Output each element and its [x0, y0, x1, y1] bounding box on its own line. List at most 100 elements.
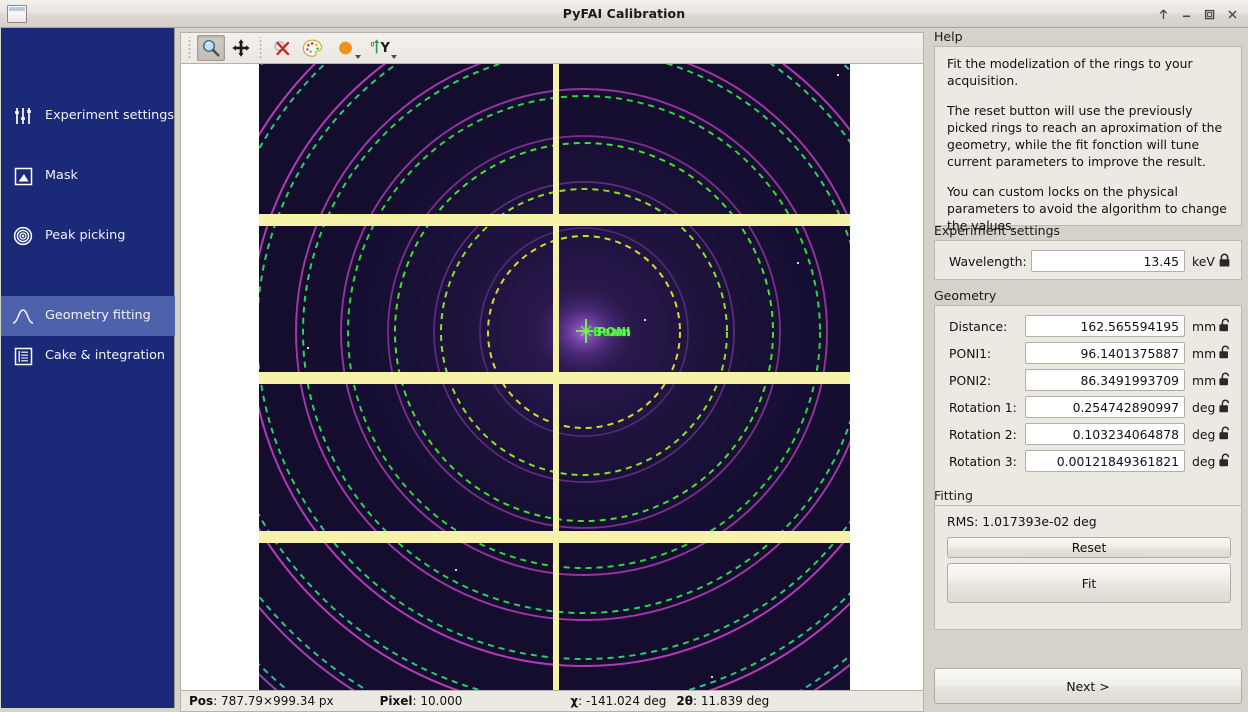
sidebar-item-peak-picking[interactable]: Peak picking: [1, 216, 175, 256]
reset-zoom-button[interactable]: [268, 35, 296, 61]
wavelength-unit: keV: [1192, 253, 1215, 269]
toolbar-separator: [258, 37, 265, 59]
help-box: Fit the modelization of the rings to you…: [934, 46, 1242, 233]
poni1-label: PONI1:: [949, 345, 992, 361]
help-paragraph: The reset button will use the previously…: [947, 103, 1223, 169]
geometry-box: Distance: mm PONI1: mm: [934, 305, 1242, 507]
fitting-section-title: Fitting: [934, 488, 973, 503]
sidebar-item-experiment-settings[interactable]: Experiment settings: [1, 96, 175, 136]
colormap-palette-button[interactable]: [298, 35, 326, 61]
concentric-rings-icon: [10, 223, 36, 249]
detector-image[interactable]: Beam PONI: [259, 64, 850, 690]
application-window: PyFAI Calibration Experiment settings Ma…: [0, 0, 1248, 712]
geometry-section-title: Geometry: [934, 288, 997, 303]
poni1-unit: mm: [1192, 345, 1217, 361]
mask-color-button[interactable]: [328, 35, 362, 61]
lock-open-icon[interactable]: [1218, 345, 1232, 361]
sidebar-item-label: Mask: [45, 167, 78, 183]
lock-open-icon[interactable]: [1218, 426, 1232, 442]
help-paragraph: Fit the modelization of the rings to you…: [947, 56, 1193, 88]
sidebar-item-cake-integration[interactable]: Cake & integration: [1, 336, 175, 376]
rotation3-label: Rotation 3:: [949, 453, 1017, 469]
sidebar: Experiment settings Mask Peak picking Ge…: [1, 28, 175, 708]
status-pixel-key: Pixel: [379, 694, 413, 708]
status-chi-value: -141.024 deg: [586, 694, 667, 708]
right-panel: Help Fit the modelization of the rings t…: [928, 28, 1248, 708]
help-section-title: Help: [934, 29, 963, 44]
status-twotheta-key: 2θ: [676, 694, 693, 708]
toolbar-grip[interactable]: [187, 37, 194, 59]
rms-value: RMS: 1.017393e-02 deg: [947, 514, 1097, 529]
distance-unit: mm: [1192, 318, 1217, 334]
rotation1-row: Rotation 1: deg: [935, 395, 1241, 419]
minimize-button[interactable]: [1175, 3, 1198, 25]
status-twotheta-value: 11.839 deg: [700, 694, 770, 708]
experiment-settings-title: Experiment settings: [934, 223, 1061, 238]
fitting-box: RMS: 1.017393e-02 deg Reset Fit: [934, 505, 1242, 630]
plot-canvas[interactable]: Beam PONI: [180, 64, 924, 690]
poni1-row: PONI1: mm: [935, 341, 1241, 365]
fit-button[interactable]: Fit: [947, 563, 1231, 603]
status-twotheta: 2θ : 11.839 deg: [676, 694, 770, 708]
lock-open-icon[interactable]: [1218, 318, 1232, 334]
poni1-input[interactable]: [1025, 342, 1185, 364]
svg-text:Y: Y: [380, 41, 391, 56]
poni2-row: PONI2: mm: [935, 368, 1241, 392]
wavelength-row: Wavelength: keV: [935, 249, 1241, 273]
peak-curve-icon: [10, 303, 36, 329]
rotation2-label: Rotation 2:: [949, 426, 1017, 442]
status-chi-key: χ: [570, 694, 579, 708]
reset-button[interactable]: Reset: [947, 537, 1231, 558]
lock-closed-icon[interactable]: [1218, 253, 1232, 269]
rotation3-unit: deg: [1192, 453, 1216, 469]
window-title: PyFAI Calibration: [562, 6, 686, 21]
distance-input[interactable]: [1025, 315, 1185, 337]
status-pixel-value: 10.000: [420, 694, 463, 708]
svg-text:0: 0: [371, 42, 375, 49]
chevron-down-icon[interactable]: [391, 55, 397, 59]
plot-toolbar: 0 Y: [180, 32, 924, 64]
mask-icon: [10, 163, 36, 189]
rotation2-row: Rotation 2: deg: [935, 422, 1241, 446]
y-axis-button[interactable]: 0 Y: [364, 35, 398, 61]
help-text: Fit the modelization of the rings to you…: [947, 55, 1231, 234]
chevron-down-icon[interactable]: [355, 55, 361, 59]
status-position-value: 787.79×999.34 px: [221, 694, 334, 708]
shade-button[interactable]: [1152, 3, 1175, 25]
plot-area: 0 Y Beam PONI Pos: 787.79×999.34 px Pix…: [176, 28, 928, 712]
experiment-settings-box: Wavelength: keV: [934, 240, 1242, 280]
maximize-button[interactable]: [1198, 3, 1221, 25]
lock-open-icon[interactable]: [1218, 399, 1232, 415]
pan-tool-button[interactable]: [227, 35, 255, 61]
cake-icon: [10, 343, 36, 369]
rotation1-unit: deg: [1192, 399, 1216, 415]
status-pixel: Pixel : 10.000: [379, 694, 463, 708]
wavelength-input[interactable]: [1031, 250, 1185, 272]
wavelength-label: Wavelength:: [949, 253, 1027, 269]
poni2-input[interactable]: [1025, 369, 1185, 391]
window-controls: [1152, 3, 1244, 25]
close-button[interactable]: [1221, 3, 1244, 25]
lock-open-icon[interactable]: [1218, 453, 1232, 469]
poni2-label: PONI2:: [949, 372, 992, 388]
status-position-key: Pos: [189, 694, 214, 708]
rotation2-input[interactable]: [1025, 423, 1185, 445]
rotation3-input[interactable]: [1025, 450, 1185, 472]
poni2-unit: mm: [1192, 372, 1217, 388]
status-chi: χ : -141.024 deg: [570, 694, 667, 708]
sidebar-item-label: Experiment settings: [45, 107, 175, 123]
distance-row: Distance: mm: [935, 314, 1241, 338]
rotation1-input[interactable]: [1025, 396, 1185, 418]
module-gap-vertical: [553, 64, 559, 690]
sidebar-item-label: Geometry fitting: [45, 307, 151, 323]
rotation1-label: Rotation 1:: [949, 399, 1017, 415]
next-button[interactable]: Next >: [934, 668, 1242, 704]
sliders-icon: [10, 103, 36, 129]
lock-open-icon[interactable]: [1218, 372, 1232, 388]
title-bar: PyFAI Calibration: [0, 0, 1248, 28]
rotation3-row: Rotation 3: deg: [935, 449, 1241, 473]
sidebar-item-geometry-fitting[interactable]: Geometry fitting: [1, 296, 175, 336]
zoom-tool-button[interactable]: [197, 35, 225, 61]
sidebar-item-label: Cake & integration: [45, 347, 166, 363]
sidebar-item-mask[interactable]: Mask: [1, 156, 175, 196]
